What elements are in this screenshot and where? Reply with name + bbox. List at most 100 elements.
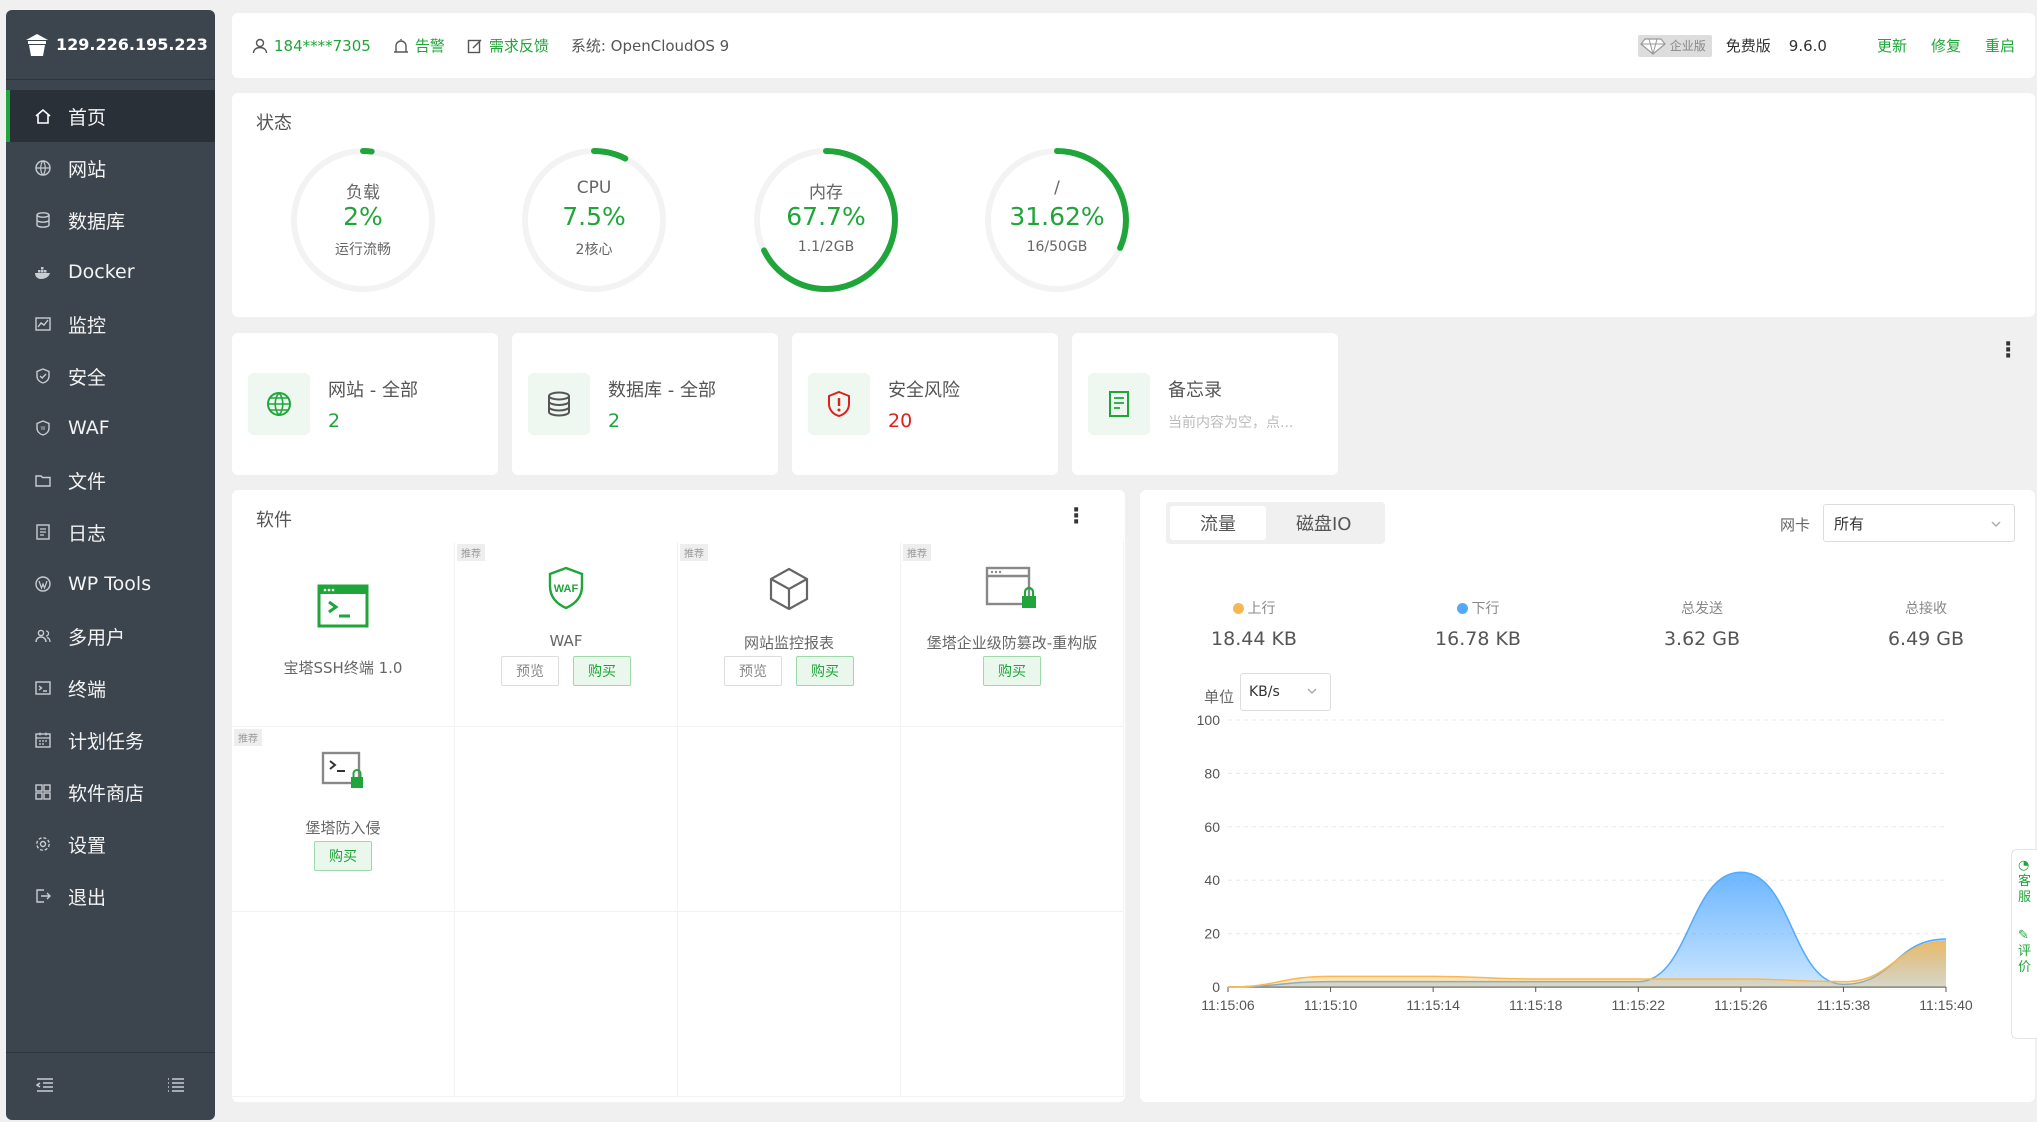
rate-label: 评价	[2018, 944, 2032, 975]
buy-button[interactable]: 购买	[983, 656, 1041, 686]
monitor-icon	[34, 315, 52, 333]
feedback-label[interactable]: 需求反馈	[489, 35, 549, 56]
sidebar-item-label: 网站	[68, 158, 107, 181]
gauge-sub: 16/50GB	[1026, 239, 1088, 255]
gauge-3[interactable]: / 31.62% 16/50GB	[982, 145, 1132, 295]
sidebar-item-label: 监控	[68, 314, 107, 337]
status-title: 状态	[256, 113, 292, 134]
user-phone[interactable]: 184****7305	[274, 37, 371, 55]
overview-card-3[interactable]: 备忘录 当前内容为空，点...	[1072, 333, 1338, 475]
sidebar-item-2[interactable]: 数据库	[6, 194, 215, 246]
alarm-link[interactable]: 告警	[393, 35, 445, 56]
traffic-stat-value: 18.44 KB	[1211, 628, 1297, 650]
customer-service-link[interactable]: ◔ 客服	[2018, 858, 2037, 906]
sidebar-item-3[interactable]: Docker	[6, 246, 215, 298]
overview-card-0[interactable]: 网站 - 全部 2	[232, 333, 498, 475]
floating-helper[interactable]: ◔ 客服 ✎ 评价	[2011, 849, 2037, 1039]
unit-select[interactable]: KB/s	[1240, 673, 1331, 711]
traffic-stat-label: 总接收	[1836, 598, 2016, 618]
traffic-stat-label-text: 总接收	[1905, 601, 1947, 617]
overview-title: 数据库 - 全部	[608, 380, 716, 401]
sidebar-item-label: 安全	[68, 366, 107, 389]
preview-button[interactable]: 预览	[724, 656, 782, 686]
gear-icon	[34, 835, 52, 853]
sidebar-item-14[interactable]: 设置	[6, 818, 215, 870]
collapse-menu-icon[interactable]	[35, 1077, 54, 1097]
sidebar-item-9[interactable]: WP Tools	[6, 558, 215, 610]
y-tick-label: 20	[1204, 926, 1220, 942]
gauge-1[interactable]: CPU 7.5% 2核心	[519, 145, 669, 295]
software-card[interactable]: 推荐 堡塔防入侵 购买	[232, 727, 455, 912]
sidebar-item-1[interactable]: 网站	[6, 142, 215, 194]
preview-button[interactable]: 预览	[501, 656, 559, 686]
sidebar: 129.226.195.223 0 首页网站数据库 Docker 监控安全 W WAF 文…	[6, 10, 215, 1120]
overview-value[interactable]: 20	[888, 410, 960, 432]
overview-value[interactable]: 2	[328, 410, 418, 432]
restart-link[interactable]: 重启	[1985, 35, 2015, 56]
enterprise-badge[interactable]: 企业版	[1637, 34, 1712, 57]
sidebar-item-label: WP Tools	[68, 573, 152, 595]
software-more-icon[interactable]: · · ·	[1072, 500, 1080, 534]
buy-button[interactable]: 购买	[314, 841, 372, 871]
sidebar-item-label: 数据库	[68, 210, 126, 233]
overview-more-icon[interactable]: · · ·	[2004, 334, 2012, 368]
software-card[interactable]: 推荐堡塔企业级防篡改-重构版购买	[901, 542, 1124, 727]
y-tick-label: 0	[1212, 979, 1220, 995]
gauge-0[interactable]: 负载 2% 运行流畅	[288, 145, 438, 295]
sidebar-item-6[interactable]: W WAF	[6, 402, 215, 454]
traffic-stat-value: 3.62 GB	[1663, 628, 1741, 650]
x-tick-label: 11:15:10	[1304, 997, 1358, 1013]
svg-text:W: W	[41, 426, 46, 432]
legend-dot	[1232, 602, 1244, 614]
traffic-stat: 上行 18.44 KB	[1164, 598, 1344, 650]
sidebar-item-11[interactable]: 终端	[6, 662, 215, 714]
update-link[interactable]: 更新	[1877, 35, 1907, 56]
tab-disk-io[interactable]: 磁盘IO	[1266, 506, 1381, 540]
sidebar-item-8[interactable]: 日志	[6, 506, 215, 558]
nic-select-value: 所有	[1834, 514, 1865, 533]
tab-traffic[interactable]: 流量	[1170, 506, 1266, 540]
topbar-right: 企业版 免费版 9.6.0 更新 修复 重启	[1637, 34, 2015, 57]
nic-select[interactable]: 所有	[1823, 504, 2015, 542]
overview-card-1[interactable]: 数据库 - 全部 2	[512, 333, 778, 475]
sidebar-item-15[interactable]: 退出	[6, 870, 215, 922]
x-tick-label: 11:15:22	[1612, 997, 1666, 1013]
sidebar-item-label: 计划任务	[68, 730, 145, 753]
panel-version: 9.6.0	[1788, 36, 1827, 55]
series-area-下行	[1228, 872, 1946, 987]
buy-button[interactable]: 购买	[573, 656, 631, 686]
sidebar-item-12[interactable]: 计划任务	[6, 714, 215, 766]
unit-label: 单位	[1204, 688, 1235, 706]
user-account[interactable]: 184****7305	[252, 37, 371, 55]
alarm-label[interactable]: 告警	[415, 35, 445, 56]
traffic-stat-label-text: 总发送	[1681, 601, 1723, 617]
nic-label: 网卡	[1780, 516, 1811, 534]
sidebar-item-0[interactable]: 首页	[6, 90, 215, 142]
software-card[interactable]: 推荐 WAF WAF 预览 购买	[455, 542, 678, 727]
gauge-2[interactable]: 内存 67.7% 1.1/2GB	[751, 145, 901, 295]
sidebar-item-4[interactable]: 监控	[6, 298, 215, 350]
software-name: 堡塔企业级防篡改-重构版	[926, 634, 1098, 652]
overview-value[interactable]: 2	[608, 410, 716, 432]
buy-button[interactable]: 购买	[796, 656, 854, 686]
sidebar-item-10[interactable]: 多用户	[6, 610, 215, 662]
recommend-tag: 推荐	[680, 544, 708, 561]
series-area-上行	[1228, 941, 1946, 987]
sidebar-item-13[interactable]: 软件商店	[6, 766, 215, 818]
rate-link[interactable]: ✎ 评价	[2018, 928, 2037, 976]
sidebar-item-7[interactable]: 文件	[6, 454, 215, 506]
terminal-app-icon	[232, 584, 454, 628]
sidebar-item-label: 首页	[68, 106, 107, 129]
sidebar-item-5[interactable]: 安全	[6, 350, 215, 402]
feedback-link[interactable]: 需求反馈	[467, 35, 549, 56]
software-card[interactable]: 推荐 网站监控报表 预览 购买	[678, 542, 901, 727]
recommend-tag: 推荐	[903, 544, 931, 561]
sidebar-item-label: 日志	[68, 522, 107, 545]
gauge-value: 67.7%	[786, 202, 866, 231]
traffic-panel: 流量 磁盘IO 网卡 所有 上行 18.44 KB 下行 16.78 KB 总发送 3.6…	[1140, 490, 2035, 1102]
menu-list-icon[interactable]	[167, 1077, 185, 1097]
folder-icon	[34, 471, 52, 489]
repair-link[interactable]: 修复	[1931, 35, 1961, 56]
overview-card-2[interactable]: 安全风险 20	[792, 333, 1058, 475]
software-card[interactable]: 宝塔SSH终端 1.0	[232, 542, 455, 727]
